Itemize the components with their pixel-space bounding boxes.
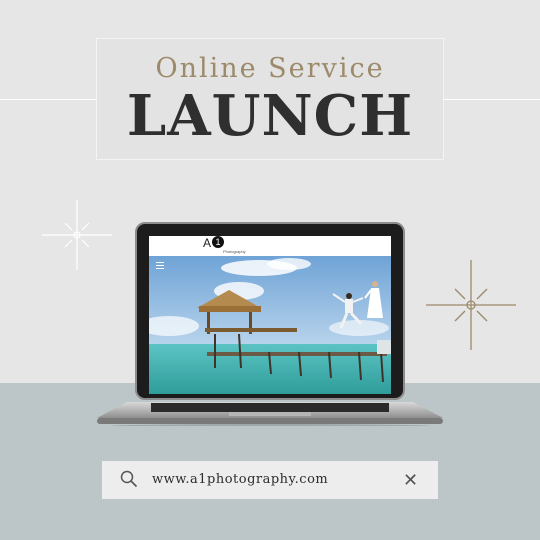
close-icon[interactable]: ✕	[403, 471, 418, 489]
search-icon[interactable]	[120, 470, 138, 488]
logo-letter: A	[203, 236, 212, 250]
subtitle: Online Service	[155, 53, 385, 84]
website-header: A1 Photography	[149, 236, 391, 256]
laptop-screen-frame: A1 Photography	[135, 222, 405, 400]
hero-photo	[149, 256, 391, 394]
laptop: A1 Photography	[97, 222, 443, 434]
laptop-base	[97, 402, 443, 426]
title-box: Online Service LAUNCH	[96, 38, 444, 160]
divider-line-left	[0, 99, 96, 100]
logo-badge: 1	[212, 236, 225, 248]
menu-icon[interactable]	[156, 262, 164, 269]
headline: LAUNCH	[126, 83, 414, 149]
search-url-text[interactable]: www.a1photography.com	[152, 472, 328, 487]
website-logo[interactable]: A1	[203, 236, 225, 250]
logo-subtitle: Photography	[223, 249, 246, 254]
search-bar[interactable]: www.a1photography.com ✕	[102, 461, 438, 499]
laptop-screen: A1 Photography	[149, 236, 391, 394]
divider-line-right	[444, 99, 540, 100]
